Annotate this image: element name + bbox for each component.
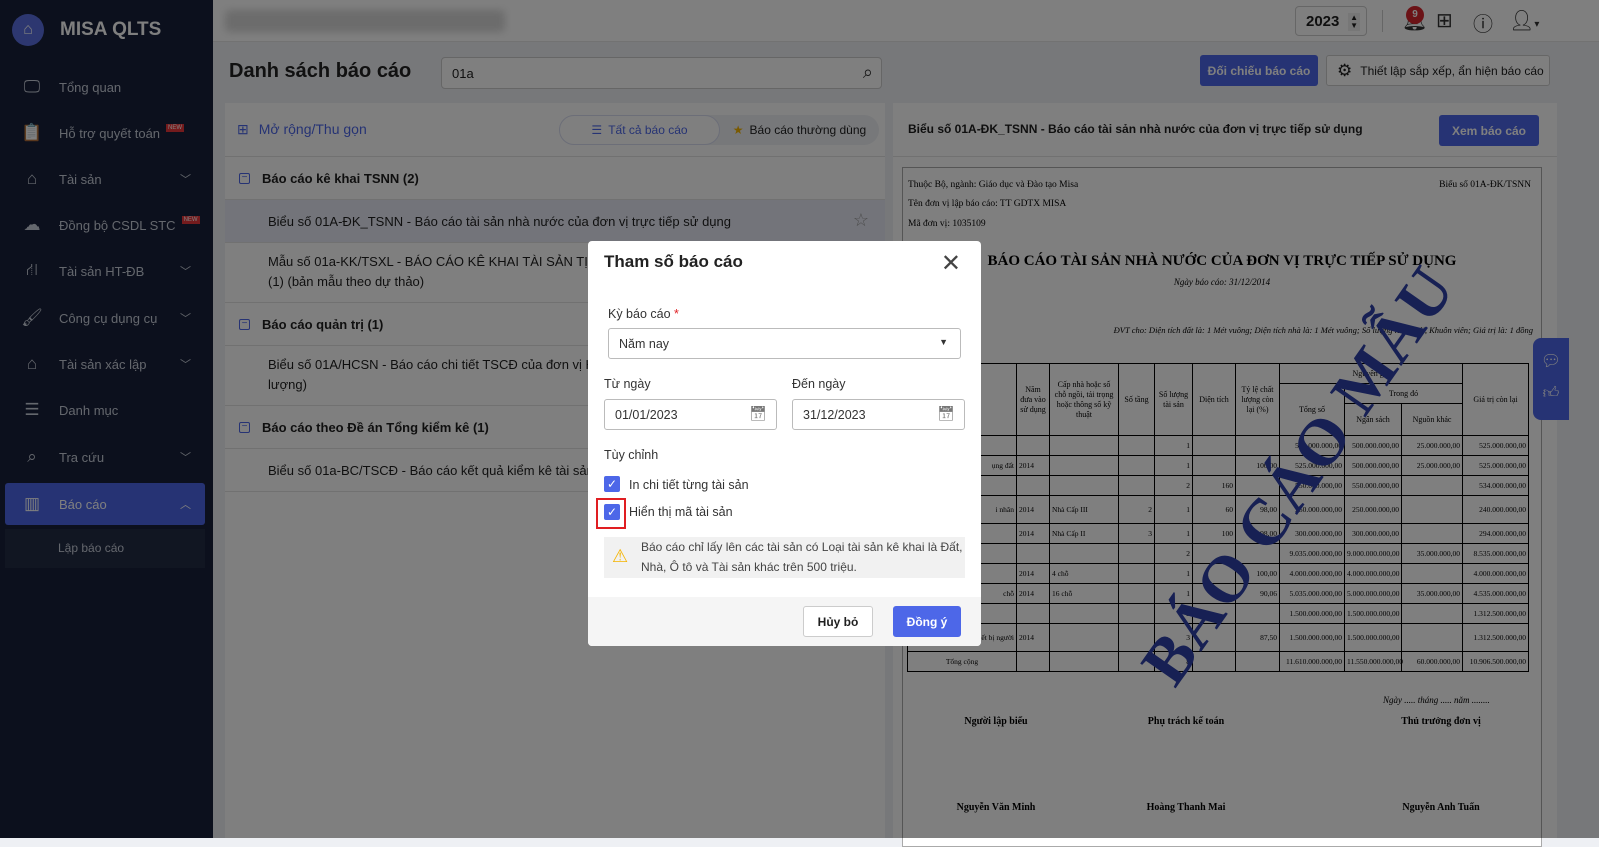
from-date-value: 01/01/2023 xyxy=(615,408,678,422)
close-icon[interactable]: ✕ xyxy=(941,249,961,278)
cancel-button[interactable]: Hủy bỏ xyxy=(803,606,873,637)
to-date-input[interactable]: 31/12/2023 📅︎ xyxy=(792,399,965,430)
from-date-input[interactable]: 01/01/2023 📅︎ xyxy=(604,399,777,430)
period-select[interactable]: Năm nay ▼ xyxy=(608,328,961,359)
report-params-dialog: Tham số báo cáo ✕ Kỳ báo cáo * Năm nay ▼ … xyxy=(588,241,981,646)
highlight-box xyxy=(596,498,626,529)
detail-checkbox[interactable]: ✓ xyxy=(604,476,620,492)
from-date-label: Từ ngày xyxy=(604,377,651,391)
period-value: Năm nay xyxy=(619,337,670,351)
dialog-title: Tham số báo cáo xyxy=(604,252,743,271)
warning-text: Báo cáo chỉ lấy lên các tài sản có Loại … xyxy=(641,540,963,574)
to-date-value: 31/12/2023 xyxy=(803,408,866,422)
detail-option-label: In chi tiết từng tài sản xyxy=(629,478,749,492)
show-code-option-label: Hiển thị mã tài sản xyxy=(629,505,733,519)
required-mark: * xyxy=(674,307,679,321)
ok-button[interactable]: Đồng ý xyxy=(893,606,961,637)
calendar-icon[interactable]: 📅︎ xyxy=(749,405,767,422)
warning-icon: ⚠ xyxy=(612,546,629,566)
custom-label: Tùy chỉnh xyxy=(604,448,659,462)
calendar-icon[interactable]: 📅︎ xyxy=(937,405,955,422)
warning-note: ⚠ Báo cáo chỉ lấy lên các tài sản có Loại… xyxy=(604,537,965,578)
caret-down-icon: ▼ xyxy=(939,337,948,347)
dialog-footer: Hủy bỏ Đồng ý xyxy=(588,597,981,646)
period-label: Kỳ báo cáo xyxy=(608,307,671,321)
to-date-label: Đến ngày xyxy=(792,377,846,391)
